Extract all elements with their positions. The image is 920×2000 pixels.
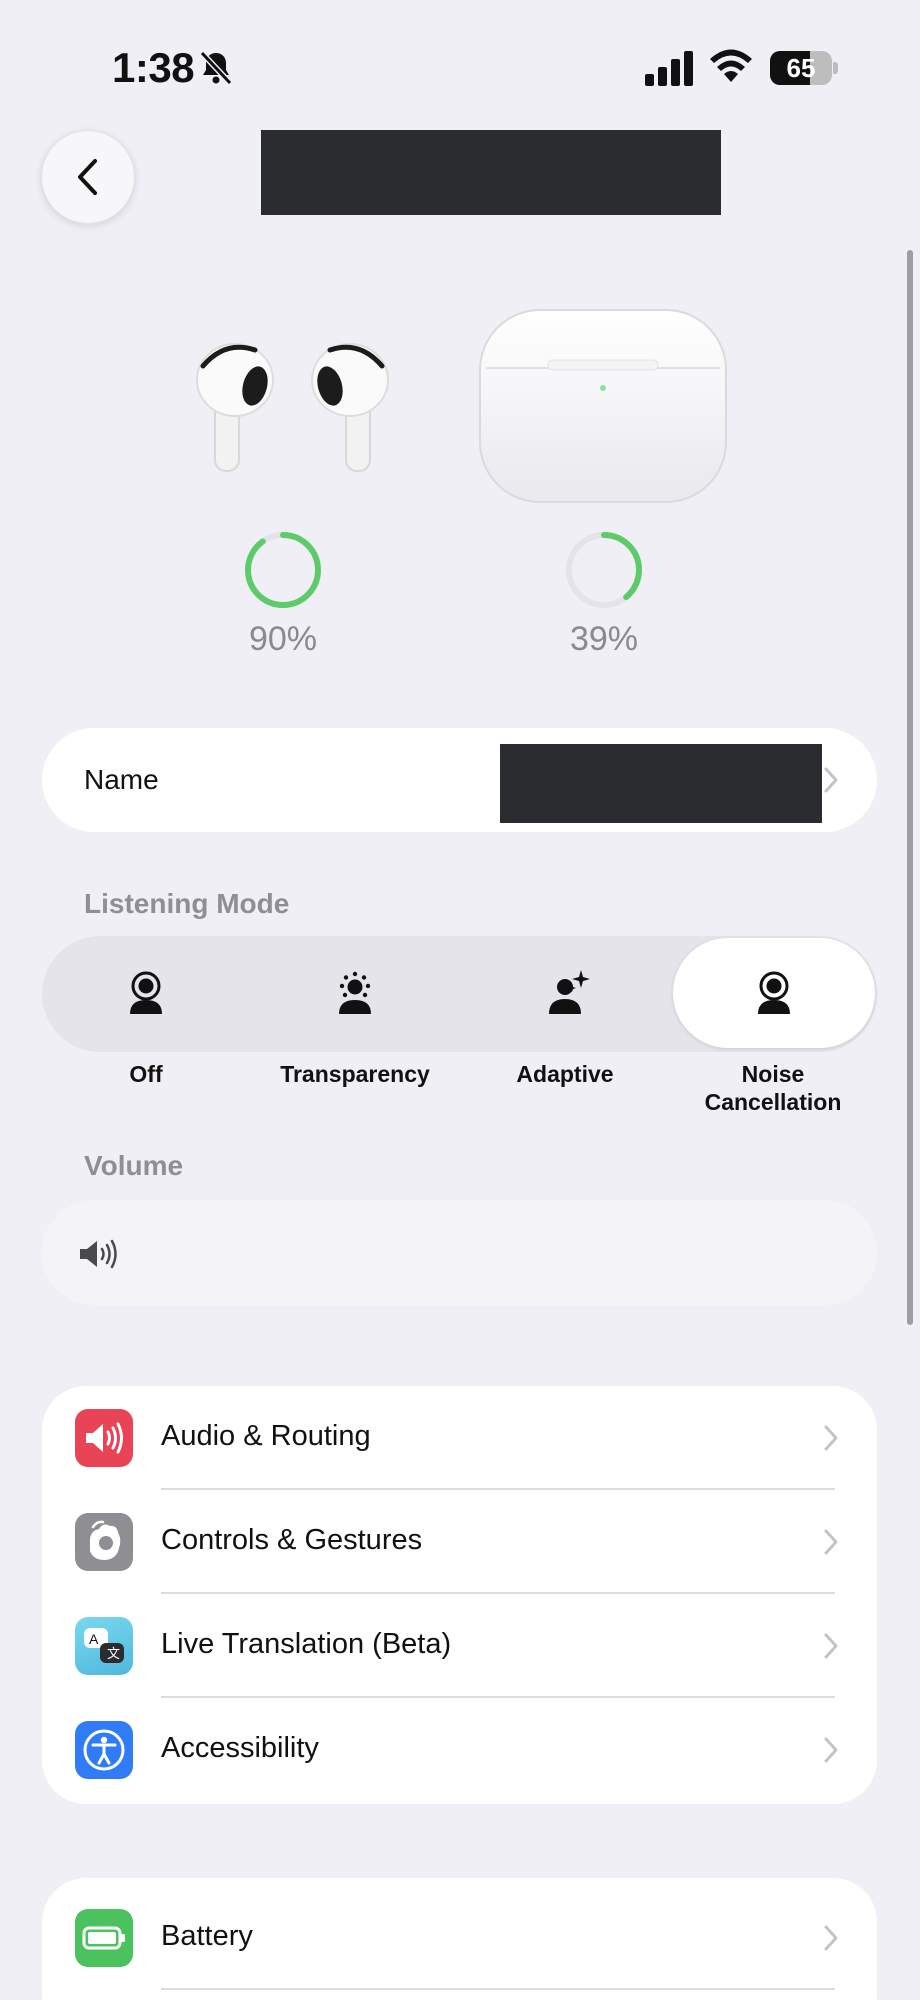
mode-label-noise-cancellation: Noise Cancellation bbox=[668, 1060, 878, 1116]
settings-row-audio-routing[interactable]: Audio & Routing bbox=[42, 1386, 877, 1490]
device-title-redacted bbox=[261, 130, 721, 215]
mode-label-off: Off bbox=[129, 1061, 163, 1087]
earbuds-battery-label: 90% bbox=[248, 620, 318, 658]
charging-case-image bbox=[479, 309, 727, 503]
row-label-controls-gestures: Controls & Gestures bbox=[161, 1524, 423, 1556]
mode-label-transparency: Transparency bbox=[280, 1061, 430, 1087]
name-row[interactable]: Name bbox=[42, 728, 877, 832]
settings-group-battery: Battery bbox=[42, 1878, 877, 2000]
row-label-audio-routing: Audio & Routing bbox=[161, 1420, 371, 1452]
settings-row-battery[interactable]: Battery bbox=[42, 1886, 877, 1990]
mode-option-transparency[interactable] bbox=[250, 936, 460, 1052]
battery-level-text: 65 bbox=[786, 53, 816, 83]
chevron-right-icon bbox=[824, 1425, 838, 1451]
chevron-right-icon bbox=[824, 1529, 838, 1555]
case-battery-ring bbox=[566, 532, 642, 608]
accessibility-icon bbox=[75, 1721, 133, 1779]
scrollbar[interactable] bbox=[907, 250, 913, 1325]
noise-cancellation-icon bbox=[758, 971, 790, 1014]
volume-header: Volume bbox=[84, 1150, 184, 1181]
audio-routing-speaker-icon bbox=[75, 1409, 133, 1467]
status-time: 1:38 bbox=[112, 44, 195, 91]
settings-row-accessibility[interactable]: Accessibility bbox=[42, 1698, 877, 1802]
mode-label-adaptive: Adaptive bbox=[516, 1061, 614, 1087]
transparency-icon bbox=[339, 971, 371, 1014]
back-button[interactable] bbox=[41, 130, 135, 224]
listening-mode-header: Listening Mode bbox=[84, 888, 290, 919]
translate-icon: A 文 bbox=[75, 1617, 133, 1675]
wifi-icon bbox=[710, 49, 752, 82]
mode-label-noise-line1: Noise bbox=[741, 1061, 805, 1087]
settings-group-main: Audio & Routing Controls & Gestures A 文 … bbox=[42, 1386, 877, 1804]
right-earbud-image bbox=[311, 343, 389, 472]
settings-row-live-translation[interactable]: A 文 Live Translation (Beta) bbox=[42, 1594, 877, 1698]
row-label-battery: Battery bbox=[161, 1920, 253, 1952]
mode-label-noise-line2: Cancellation bbox=[704, 1089, 842, 1115]
case-battery-label: 39% bbox=[569, 620, 639, 658]
gesture-hand-icon bbox=[75, 1513, 133, 1571]
chevron-right-icon bbox=[824, 1925, 838, 1951]
adaptive-icon bbox=[549, 970, 590, 1014]
mute-bell-icon bbox=[199, 50, 233, 86]
listening-off-icon bbox=[130, 971, 162, 1014]
svg-text:A: A bbox=[89, 1631, 99, 1647]
mode-option-adaptive[interactable] bbox=[460, 936, 670, 1052]
chevron-left-icon bbox=[78, 159, 97, 195]
battery-icon: 65 bbox=[770, 51, 838, 85]
name-value-redacted bbox=[500, 744, 822, 823]
chevron-right-icon bbox=[824, 1633, 838, 1659]
left-earbud-image bbox=[196, 343, 274, 472]
svg-text:文: 文 bbox=[107, 1646, 120, 1661]
chevron-right-icon bbox=[824, 767, 838, 793]
row-divider bbox=[161, 1988, 835, 1990]
settings-row-controls-gestures[interactable]: Controls & Gestures bbox=[42, 1490, 877, 1594]
mode-option-noise-cancellation[interactable] bbox=[673, 938, 875, 1048]
chevron-right-icon bbox=[824, 1737, 838, 1763]
status-bar: 1:38 65 bbox=[0, 0, 920, 130]
name-label: Name bbox=[84, 764, 159, 795]
volume-slider[interactable] bbox=[42, 1200, 877, 1305]
row-label-accessibility: Accessibility bbox=[161, 1732, 319, 1764]
speaker-icon bbox=[80, 1239, 117, 1269]
row-label-live-translation: Live Translation (Beta) bbox=[161, 1628, 452, 1660]
cellular-signal-icon bbox=[645, 51, 693, 86]
earbuds-battery-ring bbox=[245, 532, 321, 608]
battery-icon bbox=[75, 1909, 133, 1967]
mode-option-off[interactable] bbox=[42, 936, 250, 1052]
